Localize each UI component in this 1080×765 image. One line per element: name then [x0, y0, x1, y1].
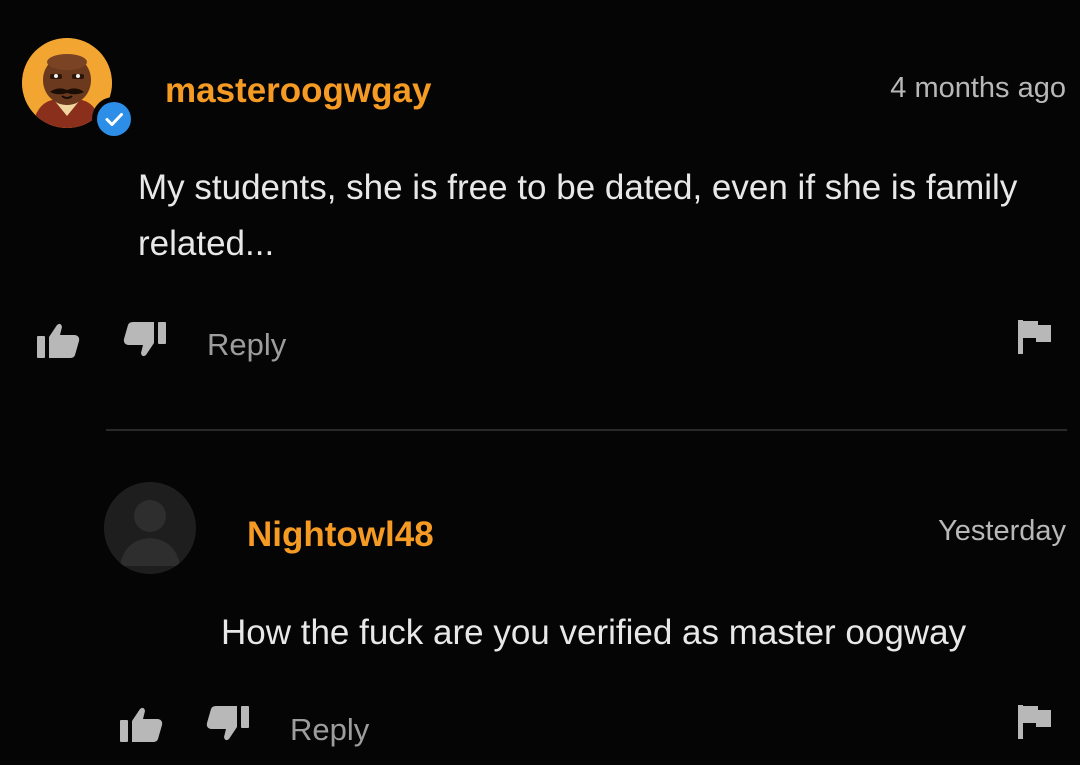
like-button[interactable]: [118, 706, 164, 744]
like-button[interactable]: [35, 322, 81, 360]
avatar[interactable]: [104, 482, 196, 574]
comment-timestamp: Yesterday: [938, 515, 1066, 547]
reply-button[interactable]: Reply: [207, 329, 286, 360]
verified-check-icon: [105, 113, 123, 126]
reply-button[interactable]: Reply: [290, 714, 369, 745]
thumbs-up-icon: [120, 707, 163, 742]
dislike-button[interactable]: [122, 320, 168, 358]
comment-username[interactable]: masteroogwgay: [165, 73, 431, 108]
comment-username[interactable]: Nightowl48: [247, 517, 434, 552]
thumbs-up-icon: [37, 323, 80, 358]
flag-icon: [1018, 705, 1051, 739]
report-button[interactable]: [1016, 318, 1054, 356]
thumbs-down-icon: [206, 706, 249, 741]
comment-text: How the fuck are you verified as master …: [221, 613, 967, 652]
comment-text: My students, she is free to be dated, ev…: [138, 168, 1018, 263]
comment-timestamp: 4 months ago: [890, 72, 1066, 104]
verified-badge: [92, 97, 136, 141]
dislike-button[interactable]: [205, 704, 251, 742]
comment-thread: masteroogwgay 4 months ago My students, …: [0, 0, 1080, 765]
thumbs-down-icon: [123, 322, 166, 357]
divider: [106, 429, 1067, 431]
default-user-icon: [104, 482, 196, 574]
report-button[interactable]: [1016, 703, 1054, 741]
flag-icon: [1018, 320, 1051, 354]
